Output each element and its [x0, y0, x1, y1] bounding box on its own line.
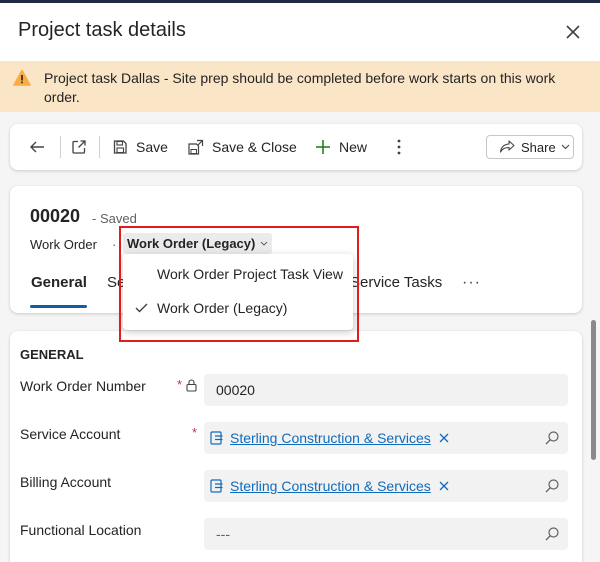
open-in-new-window-button[interactable]	[71, 124, 87, 170]
billing-account-link[interactable]: Sterling Construction & Services	[230, 478, 431, 494]
save-and-close-button[interactable]: Save & Close	[187, 124, 297, 170]
billing-account-field[interactable]: Sterling Construction & Services	[204, 470, 568, 502]
back-icon	[30, 141, 44, 153]
open-new-window-icon	[72, 140, 86, 154]
service-account-chip: Sterling Construction & Services	[210, 427, 449, 449]
close-button[interactable]	[562, 21, 584, 43]
share-button[interactable]: Share	[486, 135, 574, 159]
entity-icon	[210, 479, 223, 493]
required-indicator: *	[192, 425, 198, 440]
share-label: Share	[521, 139, 556, 155]
save-label: Save	[136, 139, 168, 155]
remove-icon[interactable]	[439, 433, 449, 443]
remove-icon[interactable]	[439, 481, 449, 491]
close-icon	[566, 25, 580, 39]
work-order-number-field[interactable]: 00020	[204, 374, 568, 406]
warning-text: Project task Dallas - Site prep should b…	[44, 70, 556, 105]
warning-icon	[13, 69, 31, 86]
save-close-icon	[188, 139, 204, 155]
separator-dot: ·	[112, 237, 117, 252]
more-commands-button[interactable]	[396, 124, 402, 170]
save-status: - Saved	[92, 211, 137, 226]
save-and-close-label: Save & Close	[212, 139, 297, 155]
menu-item-label: Work Order Project Task View	[157, 266, 343, 282]
new-label: New	[339, 139, 368, 155]
entity-name: Work Order	[30, 237, 97, 252]
chevron-down-icon	[561, 144, 570, 150]
save-icon	[113, 140, 127, 154]
menu-item-work-order-project-task-view[interactable]: Work Order Project Task View	[123, 258, 353, 292]
general-section: GENERAL Work Order Number * 00020 Servic…	[10, 331, 582, 562]
search-icon[interactable]	[544, 478, 560, 494]
functional-location-value: ---	[216, 526, 230, 542]
functional-location-label: Functional Location	[20, 522, 142, 538]
work-order-number-label: Work Order Number	[20, 378, 146, 394]
panel-header: Project task details	[0, 3, 600, 61]
lock-icon	[186, 379, 197, 392]
functional-location-field[interactable]: ---	[204, 518, 568, 550]
required-indicator: *	[177, 377, 183, 392]
chevron-down-icon	[261, 241, 268, 246]
add-icon	[316, 140, 330, 154]
billing-account-label: Billing Account	[20, 474, 112, 490]
active-tab-indicator	[30, 305, 87, 308]
check-icon	[135, 303, 148, 313]
section-title: GENERAL	[20, 347, 84, 362]
work-order-number-value: 00020	[216, 382, 255, 398]
search-icon[interactable]	[544, 526, 560, 542]
scrollbar[interactable]	[591, 320, 596, 460]
new-button[interactable]: New	[315, 124, 367, 170]
service-account-field[interactable]: Sterling Construction & Services	[204, 422, 568, 454]
form-selector-label: Work Order (Legacy)	[127, 236, 256, 251]
divider	[60, 136, 61, 158]
form-selector-menu: Work Order Project Task View Work Order …	[123, 254, 353, 330]
tab-general[interactable]: General	[31, 274, 87, 291]
tab-service-tasks[interactable]: Service Tasks	[350, 274, 442, 291]
divider	[99, 136, 100, 158]
entity-icon	[210, 431, 223, 445]
service-account-label: Service Account	[20, 426, 121, 442]
billing-account-chip: Sterling Construction & Services	[210, 475, 449, 497]
more-tabs-button[interactable]: ···	[462, 274, 481, 292]
form-selector[interactable]: Work Order (Legacy)	[123, 233, 273, 254]
share-icon	[499, 140, 515, 153]
menu-item-work-order-legacy[interactable]: Work Order (Legacy)	[123, 292, 353, 326]
panel-title: Project task details	[18, 19, 186, 41]
menu-item-label: Work Order (Legacy)	[157, 300, 288, 316]
more-vertical-icon	[397, 139, 401, 155]
save-button[interactable]: Save	[112, 124, 168, 170]
record-title: 00020	[30, 206, 81, 226]
search-icon[interactable]	[544, 430, 560, 446]
back-button[interactable]	[28, 124, 46, 170]
command-bar: Save Save & Close New Share	[10, 124, 582, 170]
warning-notification: Project task Dallas - Site prep should b…	[0, 61, 600, 112]
service-account-link[interactable]: Sterling Construction & Services	[230, 430, 431, 446]
